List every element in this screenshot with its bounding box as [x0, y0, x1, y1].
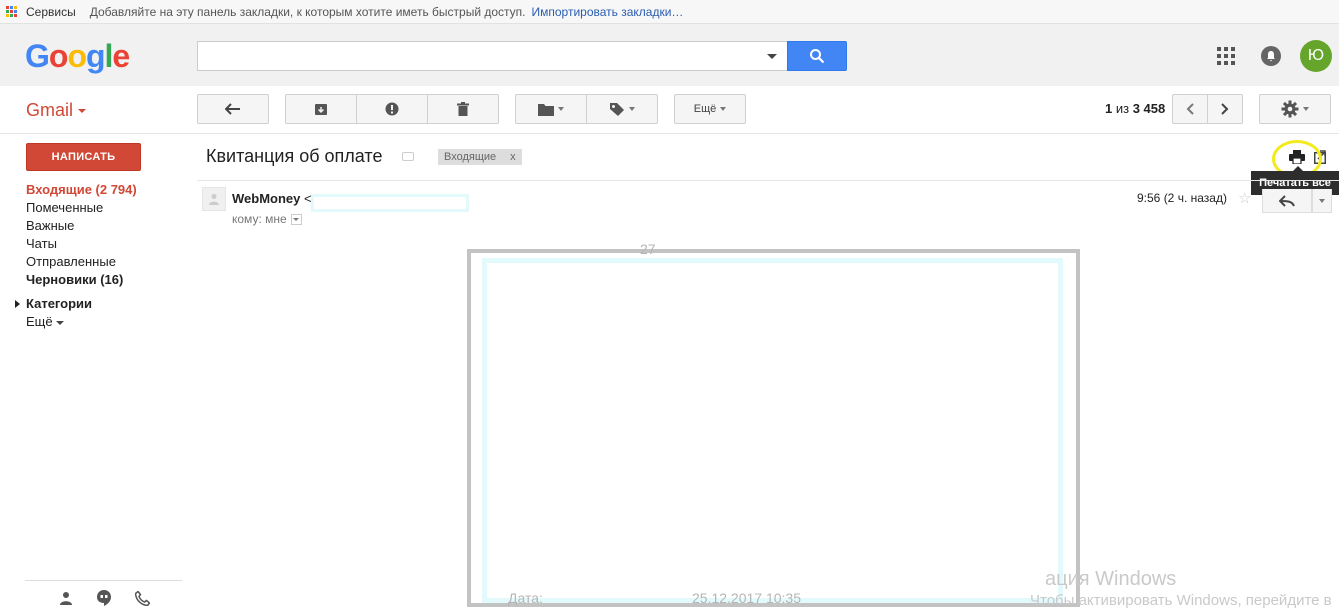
body-date-value: 25.12.2017 10:35: [692, 590, 801, 606]
chevron-left-icon: [1186, 103, 1194, 115]
message-divider: [197, 180, 1339, 181]
sender-avatar: [202, 187, 226, 211]
folder-icon: [538, 103, 554, 116]
notifications-icon[interactable]: [1261, 46, 1281, 66]
body-date-label: Дата:: [508, 590, 543, 606]
chevron-down-icon: [1303, 107, 1309, 111]
settings-button[interactable]: [1259, 94, 1331, 124]
search-icon: [810, 49, 825, 64]
reply-icon: [1279, 194, 1295, 207]
sidebar-item-more[interactable]: Ещё: [26, 313, 196, 331]
apps-icon[interactable]: [6, 5, 18, 18]
inbox-label-chip[interactable]: Входящие x: [438, 149, 522, 165]
contacts-icon[interactable]: [58, 590, 74, 606]
body-peek-top: 27: [640, 241, 656, 257]
chevron-down-icon: [1319, 198, 1325, 203]
remove-label-button[interactable]: x: [510, 151, 516, 163]
move-to-button[interactable]: [515, 94, 587, 124]
more-actions-label: Ещё: [693, 103, 717, 115]
back-arrow-icon: [225, 103, 240, 115]
message-timestamp: 9:56 (2 ч. назад): [1137, 191, 1227, 205]
labels-button[interactable]: [586, 94, 658, 124]
delete-button[interactable]: [427, 94, 499, 124]
message-toolbar: Gmail Ещё 1 из 3 458: [0, 86, 1339, 134]
sidebar-item-categories[interactable]: Категории: [15, 295, 196, 313]
gear-icon: [1281, 100, 1299, 118]
search-options-icon[interactable]: [767, 54, 777, 59]
archive-icon: [315, 104, 327, 115]
search-input[interactable]: [197, 41, 787, 71]
message-body-redacted: [482, 258, 1063, 603]
logo-letter: o: [67, 38, 87, 74]
logo-letter: g: [85, 38, 106, 74]
windows-watermark-line1: ация Windows: [1045, 568, 1177, 590]
sender-name[interactable]: WebMoney <: [232, 191, 312, 206]
importance-marker-icon[interactable]: [402, 152, 414, 161]
chevron-down-icon: [629, 107, 635, 111]
chevron-down-icon: [720, 107, 727, 111]
compose-button[interactable]: НАПИСАТЬ: [26, 143, 141, 171]
show-details-icon[interactable]: [290, 213, 302, 225]
google-logo[interactable]: Google: [25, 38, 130, 75]
bookmarks-hint: Добавляйте на эту панель закладки, к кот…: [89, 4, 526, 19]
pagination-count: 1 из 3 458: [1105, 101, 1166, 116]
chevron-down-icon: [55, 320, 64, 325]
sidebar-item-inbox[interactable]: Входящие (2 794): [26, 181, 196, 199]
avatar[interactable]: Ю: [1300, 40, 1332, 72]
logo-letter: e: [112, 38, 130, 74]
label-icon: [610, 103, 624, 116]
phone-icon[interactable]: [134, 590, 150, 606]
newer-button[interactable]: [1172, 94, 1208, 124]
sidebar-nav: Входящие (2 794) Помеченные Важные Чаты …: [15, 181, 196, 331]
logo-letter: l: [104, 38, 114, 74]
label-chip-text: Входящие: [444, 151, 497, 163]
star-icon[interactable]: ☆: [1238, 189, 1251, 207]
back-button[interactable]: [197, 94, 269, 124]
report-spam-button[interactable]: [356, 94, 428, 124]
logo-letter: o: [48, 38, 69, 74]
chevron-right-icon: [1221, 103, 1229, 115]
reply-button[interactable]: [1262, 189, 1312, 213]
google-apps-icon[interactable]: [1217, 47, 1235, 65]
sidebar-item-drafts[interactable]: Черновики (16): [26, 271, 196, 289]
import-bookmarks-link[interactable]: Импортировать закладки…: [532, 5, 684, 19]
hangouts-icon[interactable]: [96, 590, 112, 606]
sender-email-redacted: [311, 194, 469, 212]
gmail-menu[interactable]: Gmail: [26, 100, 86, 121]
message-subject: Квитанция об оплате: [206, 146, 383, 166]
windows-watermark-line2: Чтобы активировать Windows, перейдите в: [1030, 592, 1332, 609]
sidebar-divider: [25, 580, 182, 581]
hangouts-bar: [58, 590, 150, 606]
more-actions-button[interactable]: Ещё: [674, 94, 746, 124]
sidebar-item-chats[interactable]: Чаты: [26, 235, 196, 253]
sidebar-item-sent[interactable]: Отправленные: [26, 253, 196, 271]
search-button[interactable]: [787, 41, 847, 71]
gmail-header: Google Ю: [0, 24, 1339, 86]
spam-icon: [385, 102, 399, 116]
trash-icon: [457, 102, 469, 116]
logo-letter: G: [25, 38, 50, 74]
chevron-down-icon: [558, 107, 564, 111]
bookmarks-bar: Сервисы Добавляйте на эту панель закладк…: [0, 0, 1339, 24]
services-link[interactable]: Сервисы: [26, 5, 76, 19]
more-reply-options-button[interactable]: [1312, 189, 1332, 213]
sidebar-item-starred[interactable]: Помеченные: [26, 199, 196, 217]
older-button[interactable]: [1207, 94, 1243, 124]
archive-button[interactable]: [285, 94, 357, 124]
sidebar-item-important[interactable]: Важные: [26, 217, 196, 235]
recipient-line: кому: мне: [232, 212, 302, 226]
